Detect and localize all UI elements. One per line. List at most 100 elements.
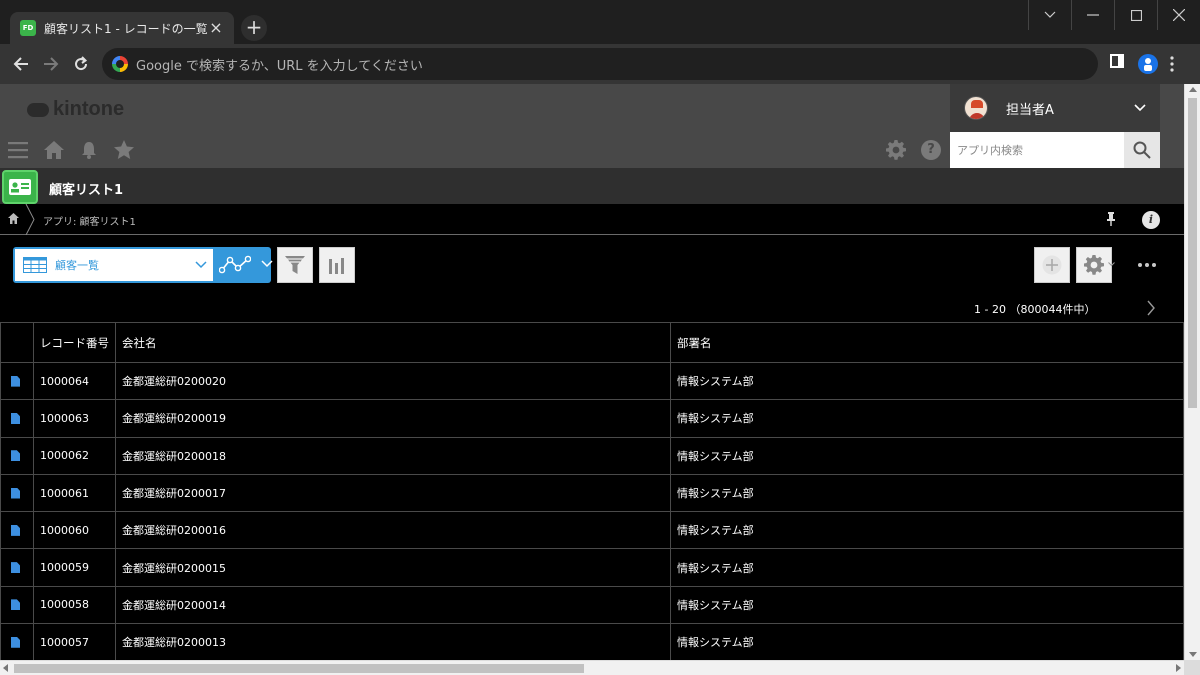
scroll-right-arrow-icon[interactable] xyxy=(1176,664,1181,672)
forward-button[interactable] xyxy=(39,52,63,76)
search-icon xyxy=(1133,141,1151,159)
record-detail-link[interactable] xyxy=(0,473,34,513)
view-name: 顧客一覧 xyxy=(55,259,99,272)
graph-chevron-down-icon[interactable] xyxy=(261,260,273,268)
table-row: 1000064 金都運総研0200020 情報システム部 xyxy=(0,361,1184,401)
record-detail-link[interactable] xyxy=(0,623,34,660)
profile-button[interactable] xyxy=(1138,54,1158,74)
breadcrumb-separator xyxy=(25,204,35,235)
minimize-icon xyxy=(1087,14,1099,16)
address-card-app-icon xyxy=(2,170,38,204)
next-page-chevron-icon[interactable] xyxy=(1146,300,1156,316)
tab-title: 顧客リスト1 - レコードの一覧 xyxy=(44,21,208,36)
maximize-button[interactable] xyxy=(1114,0,1157,30)
window-controls xyxy=(1028,0,1200,30)
table-header-row: レコード番号 会社名 部署名 xyxy=(0,322,1184,363)
side-panel-button[interactable] xyxy=(1110,54,1130,74)
home-icon[interactable] xyxy=(8,213,19,224)
add-record-button[interactable] xyxy=(1034,247,1070,283)
back-button[interactable] xyxy=(9,52,33,76)
company-name: 金都運総研0200019 xyxy=(115,399,671,438)
document-icon xyxy=(11,375,20,387)
record-number: 1000064 xyxy=(33,361,116,401)
kintone-logo[interactable]: kintone xyxy=(27,98,124,121)
record-detail-link[interactable] xyxy=(0,399,34,438)
help-icon[interactable]: ? xyxy=(921,140,941,160)
scroll-left-arrow-icon[interactable] xyxy=(3,664,8,672)
breadcrumb-app-link[interactable]: アプリ: 顧客リスト1 xyxy=(43,213,136,228)
user-chevron-down-icon xyxy=(1134,101,1146,115)
header-record-number[interactable]: レコード番号 xyxy=(33,322,116,363)
chart-button[interactable] xyxy=(319,247,355,283)
record-number: 1000060 xyxy=(33,511,116,550)
graph-icon[interactable] xyxy=(219,255,251,275)
department-name: 情報システム部 xyxy=(670,548,1184,587)
filter-button[interactable] xyxy=(277,247,313,283)
gear-icon[interactable] xyxy=(886,140,906,160)
record-detail-link[interactable] xyxy=(0,585,34,625)
bar-chart-icon xyxy=(329,258,344,274)
record-number: 1000057 xyxy=(33,623,116,660)
star-icon[interactable] xyxy=(114,140,134,159)
record-detail-link[interactable] xyxy=(0,436,34,475)
pagination-info: 1 - 20 （800044件中） xyxy=(974,303,1096,316)
minimize-button[interactable] xyxy=(1071,0,1114,30)
header-company-name[interactable]: 会社名 xyxy=(115,322,671,363)
app-title[interactable]: 顧客リスト1 xyxy=(49,179,123,198)
info-icon[interactable]: i xyxy=(1142,211,1160,229)
app-title-bar xyxy=(0,168,1184,204)
record-detail-link[interactable] xyxy=(0,361,34,401)
scroll-up-arrow-icon[interactable] xyxy=(1189,87,1197,92)
chevron-down-icon xyxy=(1044,11,1056,18)
app-settings-button[interactable] xyxy=(1076,247,1112,283)
home-icon[interactable] xyxy=(44,140,64,159)
horizontal-scrollbar[interactable] xyxy=(0,660,1184,675)
vertical-scroll-thumb[interactable] xyxy=(1188,98,1197,408)
arrow-left-icon xyxy=(13,57,28,71)
vertical-scrollbar[interactable] xyxy=(1184,84,1200,660)
pin-icon[interactable] xyxy=(1106,212,1116,226)
table-row: 1000057 金都運総研0200013 情報システム部 xyxy=(0,623,1184,660)
new-tab-button[interactable]: + xyxy=(241,15,267,41)
filter-icon xyxy=(285,256,305,274)
reload-button[interactable] xyxy=(69,52,93,76)
department-name: 情報システム部 xyxy=(670,511,1184,550)
app-search-input[interactable]: アプリ内検索 xyxy=(950,132,1124,168)
company-name: 金都運総研0200017 xyxy=(115,473,671,513)
user-menu[interactable]: 担当者A xyxy=(950,84,1160,132)
scroll-down-arrow-icon[interactable] xyxy=(1189,652,1197,657)
tab-search-button[interactable] xyxy=(1028,0,1071,30)
browser-titlebar: FD 顧客リスト1 - レコードの一覧 × + xyxy=(0,0,1200,44)
document-icon xyxy=(11,524,20,536)
record-detail-link[interactable] xyxy=(0,548,34,587)
maximize-icon xyxy=(1130,9,1142,21)
user-name: 担当者A xyxy=(1006,102,1054,118)
bell-icon[interactable] xyxy=(80,141,98,159)
header-department[interactable]: 部署名 xyxy=(670,322,1184,363)
logo-text: kintone xyxy=(53,98,125,120)
menu-icon[interactable] xyxy=(8,141,28,159)
table-row: 1000061 金都運総研0200017 情報システム部 xyxy=(0,473,1184,513)
browser-tab[interactable]: FD 顧客リスト1 - レコードの一覧 × xyxy=(10,12,234,44)
google-icon xyxy=(112,56,128,72)
horizontal-scroll-thumb[interactable] xyxy=(14,664,584,673)
document-icon xyxy=(11,562,20,574)
search-button[interactable] xyxy=(1124,132,1160,168)
view-selector[interactable]: 顧客一覧 xyxy=(13,247,273,283)
reload-icon xyxy=(75,56,88,71)
settings-chevron-down-icon[interactable] xyxy=(1108,262,1115,267)
search-placeholder: アプリ内検索 xyxy=(957,144,1023,157)
table-row: 1000062 金都運総研0200018 情報システム部 xyxy=(0,436,1184,475)
close-tab-icon[interactable]: × xyxy=(208,20,224,36)
company-name: 金都運総研0200016 xyxy=(115,511,671,550)
department-name: 情報システム部 xyxy=(670,623,1184,660)
view-dropdown[interactable]: 顧客一覧 xyxy=(15,249,213,281)
address-bar[interactable]: Google で検索するか、URL を入力してください xyxy=(102,48,1098,80)
address-placeholder: Google で検索するか、URL を入力してください xyxy=(136,58,423,74)
department-name: 情報システム部 xyxy=(670,399,1184,438)
more-options-icon[interactable] xyxy=(1138,263,1156,267)
chrome-menu-button[interactable] xyxy=(1170,56,1190,76)
record-detail-link[interactable] xyxy=(0,511,34,550)
department-name: 情報システム部 xyxy=(670,585,1184,625)
close-window-button[interactable] xyxy=(1157,0,1200,30)
